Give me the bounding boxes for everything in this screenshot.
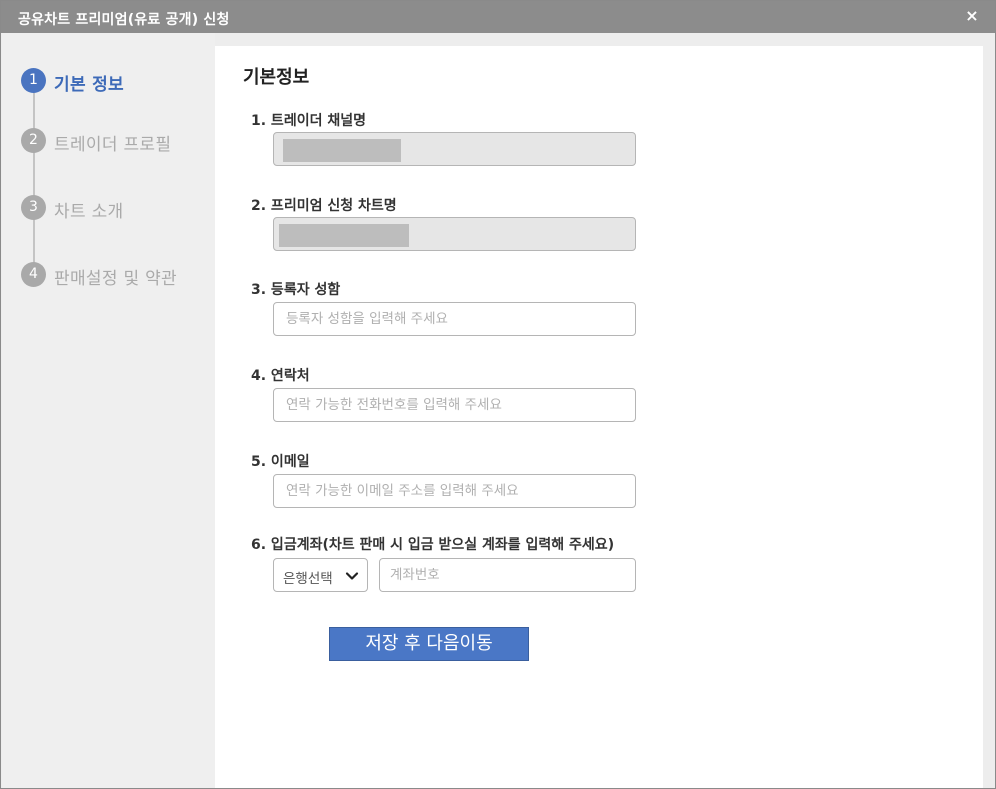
close-icon[interactable]: × (963, 6, 981, 26)
bank-select-value: 은행선택 (283, 571, 333, 587)
step-label: 기본 정보 (54, 75, 124, 95)
dialog-titlebar: 공유차트 프리미엄(유료 공개) 신청 × (1, 1, 995, 33)
registrant-name-input[interactable] (273, 302, 636, 336)
step-label: 트레이더 프로필 (54, 135, 172, 155)
section-title: 기본정보 (243, 67, 310, 88)
email-label: 5. 이메일 (251, 454, 310, 470)
phone-input[interactable] (273, 388, 636, 422)
step-sidebar: 1 기본 정보 2 트레이더 프로필 3 차트 소개 4 판매설정 및 약관 (2, 33, 215, 788)
step-number-badge: 4 (21, 262, 46, 287)
step-number-badge: 2 (21, 128, 46, 153)
dialog-title: 공유차트 프리미엄(유료 공개) 신청 (18, 12, 230, 28)
chart-name-label: 2. 프리미엄 신청 차트명 (251, 198, 397, 214)
account-number-input[interactable] (379, 558, 636, 592)
channel-name-label: 1. 트레이더 채널명 (251, 113, 366, 129)
phone-label: 4. 연락처 (251, 368, 310, 384)
redacted-value (283, 139, 401, 162)
email-input[interactable] (273, 474, 636, 508)
chevron-down-icon (345, 572, 359, 580)
form-panel: 기본정보 1. 트레이더 채널명 2. 프리미엄 신청 차트명 3. 등록자 성… (215, 46, 983, 788)
application-dialog: 공유차트 프리미엄(유료 공개) 신청 × 1 기본 정보 2 트레이더 프로필… (0, 0, 996, 789)
bank-account-label: 6. 입금계좌(차트 판매 시 입금 받으실 계좌를 입력해 주세요) (251, 537, 615, 553)
step-label: 판매설정 및 약관 (54, 269, 177, 289)
bank-select[interactable]: 은행선택 (273, 558, 368, 592)
chart-name-field (273, 217, 636, 251)
step-label: 차트 소개 (54, 202, 124, 222)
right-gutter (983, 46, 995, 788)
step-connector-line (33, 79, 35, 279)
step-number-badge: 1 (21, 68, 46, 93)
step-number-badge: 3 (21, 195, 46, 220)
registrant-name-label: 3. 등록자 성함 (251, 282, 341, 298)
redacted-value (279, 224, 409, 247)
channel-name-field (273, 132, 636, 166)
save-and-next-button[interactable]: 저장 후 다음이동 (329, 627, 529, 661)
